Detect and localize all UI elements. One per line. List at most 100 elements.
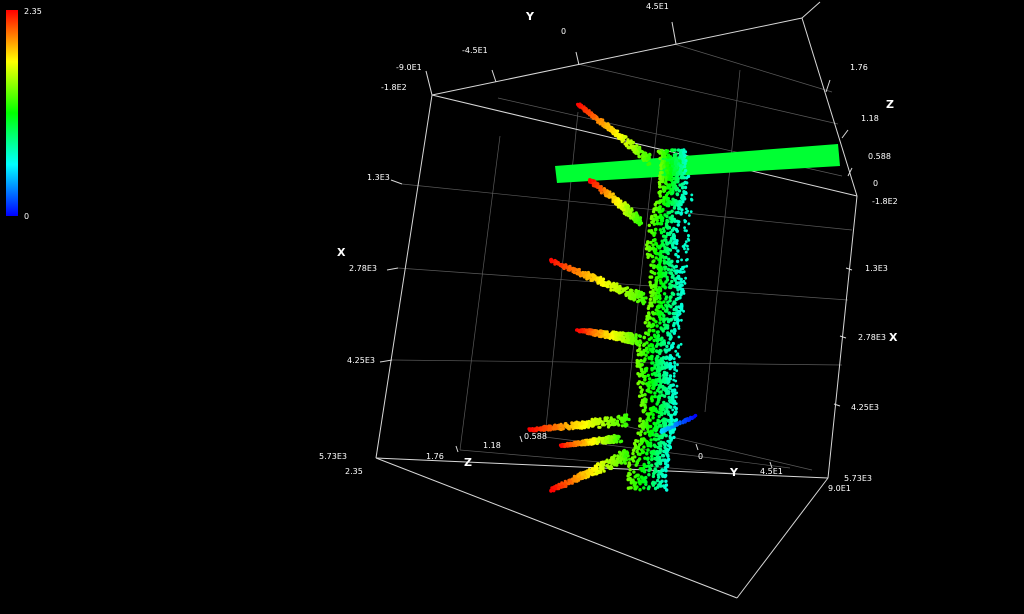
data-point-2174 [595, 277, 600, 281]
data-point-1114 [686, 174, 691, 179]
data-point-1909 [588, 179, 592, 183]
data-point-2940 [605, 458, 609, 462]
data-point-2422 [603, 333, 607, 337]
data-point-1055 [669, 318, 673, 322]
tick-label-left-x-2: 1.3E3 [367, 173, 390, 182]
data-point-2160 [559, 262, 563, 267]
data-point-612 [652, 443, 657, 447]
data-point-3414 [685, 258, 688, 262]
data-point-534 [667, 257, 671, 261]
data-point-1215 [660, 411, 664, 416]
data-point-3344 [670, 419, 673, 423]
data-point-2154 [550, 260, 554, 264]
data-point-835 [667, 311, 672, 315]
data-point-1164 [670, 160, 674, 164]
data-point-1613 [616, 129, 620, 133]
data-point-1151 [649, 441, 653, 446]
data-point-1302 [647, 412, 651, 416]
data-point-1364 [661, 216, 665, 220]
data-point-2363 [639, 341, 643, 345]
data-point-1154 [655, 464, 659, 468]
data-point-466 [636, 353, 641, 357]
tick-label-left-x-1: -1.8E2 [381, 83, 407, 92]
data-point-2909 [606, 465, 611, 469]
data-point-1068 [662, 339, 666, 343]
data-point-1095 [672, 154, 677, 159]
data-point-3200 [605, 436, 609, 440]
data-point-1309 [664, 280, 668, 284]
data-point-3364 [684, 207, 688, 211]
data-point-3193 [596, 437, 601, 442]
data-point-1331 [668, 177, 673, 182]
data-point-3300 [688, 214, 691, 217]
data-point-1396 [666, 457, 671, 462]
data-point-1635 [607, 123, 611, 128]
data-point-649 [645, 388, 649, 393]
data-point-1390 [627, 472, 632, 476]
data-point-112 [642, 486, 646, 490]
data-point-1904 [634, 214, 639, 218]
data-point-1276 [683, 153, 687, 158]
data-point-3311 [672, 357, 676, 361]
tick-label-top-y-2: -4.5E1 [462, 46, 488, 55]
data-point-1167 [667, 377, 671, 381]
data-point-2957 [553, 487, 558, 491]
data-point-449 [652, 366, 657, 370]
data-point-2164 [592, 275, 596, 279]
data-point-3315 [672, 402, 675, 406]
data-point-3376 [675, 353, 679, 357]
data-point-847 [632, 441, 637, 446]
data-point-1898 [638, 222, 642, 226]
data-point-1606 [632, 147, 636, 151]
data-point-1372 [644, 331, 648, 335]
data-point-1362 [658, 184, 662, 189]
data-point-1252 [650, 270, 655, 275]
data-point-3382 [683, 229, 687, 232]
data-point-3198 [559, 444, 563, 448]
data-point-882 [651, 260, 655, 264]
data-point-1340 [675, 192, 679, 196]
data-point-1175 [661, 384, 665, 389]
point-cloud-3d-plot[interactable]: 2.35 0 -9.0E1 -4.5E1 0 4.5E1 1.76 1.18 0… [0, 0, 1024, 614]
data-point-2168 [601, 277, 606, 281]
data-point-2165 [615, 289, 619, 293]
data-point-3340 [684, 276, 687, 280]
data-point-575 [681, 185, 685, 190]
data-point-1137 [676, 249, 680, 253]
data-point-1267 [656, 275, 660, 280]
data-point-1380 [659, 244, 663, 248]
data-point-993 [663, 356, 667, 360]
data-point-1284 [674, 188, 678, 192]
data-point-1145 [639, 441, 644, 445]
tick-marks [379, 21, 853, 469]
data-point-3403 [678, 313, 681, 316]
tick-label-bottom-y-1: 0 [698, 452, 703, 461]
chart-canvas[interactable]: 2.35 0 -9.0E1 -4.5E1 0 4.5E1 1.76 1.18 0… [0, 0, 1024, 614]
data-point-81 [653, 394, 657, 399]
data-point-2955 [615, 461, 619, 465]
data-point-606 [669, 405, 673, 409]
data-point-2949 [569, 479, 573, 484]
data-point-2427 [591, 330, 596, 334]
data-point-2861 [601, 467, 605, 471]
data-point-3416 [687, 238, 691, 242]
data-point-749 [661, 473, 665, 477]
data-point-2697 [535, 427, 539, 431]
data-point-287 [645, 341, 649, 345]
data-point-2950 [576, 474, 581, 478]
data-point-662 [650, 463, 654, 467]
data-point-712 [660, 393, 664, 397]
data-point-1282 [673, 162, 678, 166]
data-point-1638 [576, 102, 580, 106]
data-point-3205 [582, 442, 586, 446]
data-point-3178 [615, 440, 619, 444]
data-point-1199 [671, 234, 675, 238]
data-point-2699 [530, 427, 535, 431]
data-point-2939 [560, 484, 565, 488]
data-point-630 [636, 447, 641, 451]
data-point-902 [662, 314, 666, 318]
data-point-1658 [606, 126, 611, 130]
data-point-1171 [655, 402, 659, 406]
data-point-2419 [620, 336, 624, 340]
data-point-1152 [662, 373, 666, 377]
